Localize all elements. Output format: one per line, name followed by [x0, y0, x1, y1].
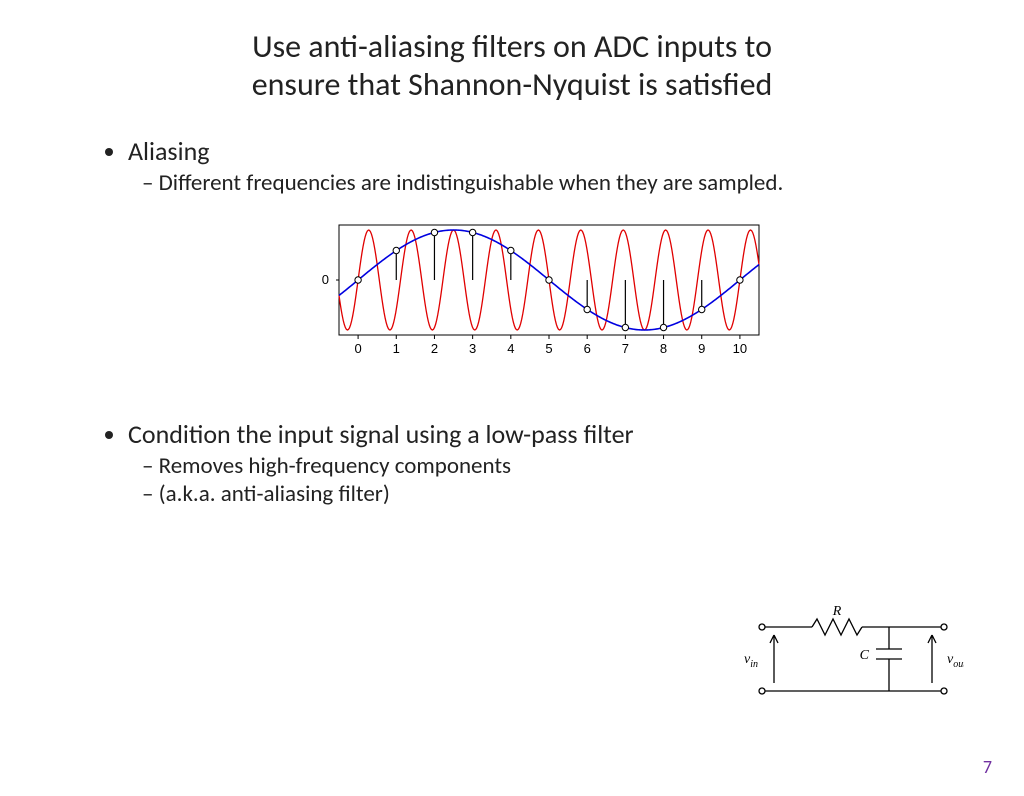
bullet-aliasing-sub: Different frequencies are indistinguisha…	[162, 169, 964, 197]
aliasing-plot-svg: 0 0 1 2 3 4 5 6 7 8 9 10	[289, 215, 775, 365]
vin-label: vin	[744, 652, 758, 670]
svg-text:4: 4	[507, 341, 514, 356]
page-number: 7	[983, 756, 992, 778]
svg-text:7: 7	[622, 341, 629, 356]
vout-label: vout	[947, 652, 964, 670]
ytick-0: 0	[322, 272, 329, 287]
bullet-condition: Condition the input signal using a low-p…	[128, 418, 964, 508]
svg-text:0: 0	[354, 341, 361, 356]
svg-text:5: 5	[545, 341, 552, 356]
rc-circuit-svg: R C vin vout	[734, 601, 964, 711]
svg-text:1: 1	[393, 341, 400, 356]
bullet-condition-sub2: (a.k.a. anti-aliasing filter)	[162, 480, 964, 508]
capacitor-label: C	[860, 648, 870, 663]
bullet-aliasing-text: Aliasing	[128, 135, 209, 167]
svg-text:6: 6	[584, 341, 591, 356]
aliasing-graph: 0 0 1 2 3 4 5 6 7 8 9 10	[100, 215, 964, 372]
title-line-2: ensure that Shannon-Nyquist is satisfied	[252, 65, 773, 104]
bullet-aliasing: Aliasing Different frequencies are indis…	[128, 135, 964, 197]
slide-title: Use anti-aliasing filters on ADC inputs …	[0, 28, 1024, 105]
bullet-condition-text: Condition the input signal using a low-p…	[128, 418, 634, 450]
svg-text:8: 8	[660, 341, 667, 356]
svg-text:2: 2	[431, 341, 438, 356]
svg-text:10: 10	[733, 341, 747, 356]
title-line-1: Use anti-aliasing filters on ADC inputs …	[252, 27, 772, 66]
slide-content: Aliasing Different frequencies are indis…	[100, 135, 964, 508]
resistor-label: R	[832, 604, 842, 619]
bullet-condition-sub1: Removes high-frequency components	[162, 452, 964, 480]
svg-text:9: 9	[698, 341, 705, 356]
rc-circuit-diagram: R C vin vout	[734, 601, 964, 716]
svg-text:3: 3	[469, 341, 476, 356]
